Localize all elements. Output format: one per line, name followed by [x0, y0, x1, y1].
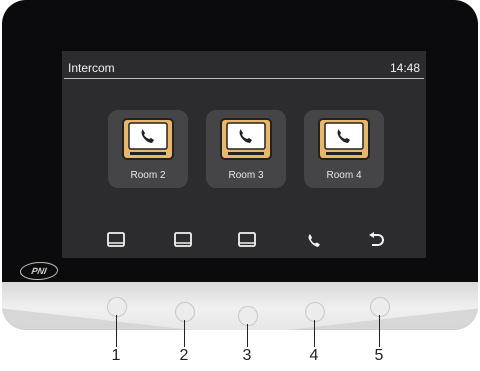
callout-line-5 [379, 315, 380, 347]
room-label: Room 2 [130, 170, 166, 181]
callout-label-5: 5 [374, 347, 384, 364]
room-3-button[interactable]: Room 3 [206, 110, 286, 188]
monitor-icon[interactable] [237, 231, 257, 249]
back-arrow-icon[interactable] [366, 231, 386, 249]
monitor-icon[interactable] [106, 231, 126, 249]
monitor-icon[interactable] [173, 231, 193, 249]
callout-label-3: 3 [242, 347, 252, 364]
room-label: Room 4 [326, 170, 362, 181]
room-4-button[interactable]: Room 4 [304, 110, 384, 188]
screen-header: Intercom 14:48 [62, 51, 426, 79]
callout-label-4: 4 [309, 347, 319, 364]
callout-label-1: 1 [111, 347, 121, 364]
callout-line-4 [314, 320, 315, 347]
callout-line-1 [116, 315, 117, 347]
intercom-screen: Intercom 14:48 Room 2 Room 3 Room 4 [62, 51, 426, 258]
hardware-button-3[interactable] [238, 306, 258, 326]
room-2-button[interactable]: Room 2 [108, 110, 188, 188]
callout-line-3 [247, 324, 248, 347]
app-title: Intercom [68, 61, 115, 75]
callout-line-2 [184, 320, 185, 347]
clock: 14:48 [389, 61, 420, 75]
hardware-button-2[interactable] [175, 302, 195, 322]
hardware-button-1[interactable] [107, 297, 127, 317]
hardware-button-5[interactable] [370, 297, 390, 317]
room-label: Room 3 [228, 170, 264, 181]
monitor-phone-icon [220, 118, 272, 160]
callout-label-2: 2 [179, 347, 189, 364]
hardware-button-4[interactable] [305, 302, 325, 322]
phone-icon[interactable] [304, 231, 324, 249]
monitor-phone-icon [318, 118, 370, 160]
header-divider [64, 78, 424, 79]
monitor-phone-icon [122, 118, 174, 160]
